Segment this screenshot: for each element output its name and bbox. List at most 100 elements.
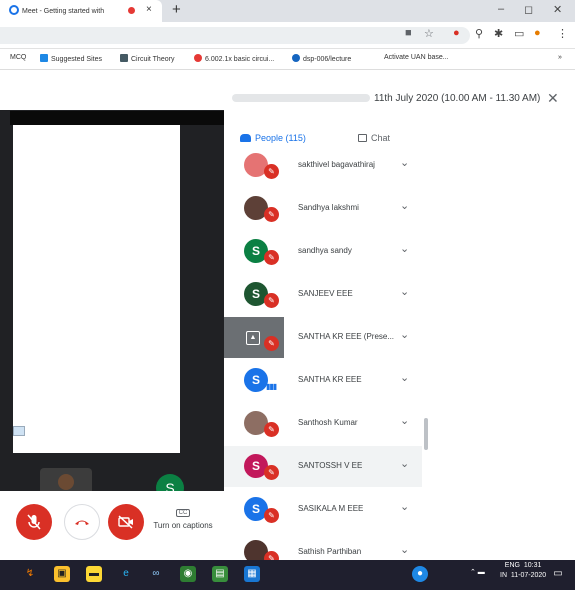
muted-mic-icon: ✎ <box>264 465 279 480</box>
chevron-down-icon[interactable]: ⌄ <box>400 414 409 427</box>
star-icon[interactable]: ☆ <box>424 27 434 40</box>
chevron-down-icon[interactable]: ⌄ <box>400 500 409 513</box>
participant-name: SANJEEV EEE <box>298 289 353 298</box>
captions-button[interactable]: CC Turn on captions <box>146 507 220 541</box>
participant-row[interactable]: S ▮▮▮ SANTHA KR EEE ⌄ <box>224 360 422 401</box>
recording-icon <box>128 7 135 14</box>
participant-row[interactable]: ✎ Sandhya lakshmi ⌄ <box>224 188 422 229</box>
tray-icons[interactable]: ⌃ ▬ <box>470 568 485 576</box>
bookmark-activate-uan[interactable]: Activate UAN base... <box>384 54 449 61</box>
puzzle-icon[interactable]: ✱ <box>494 27 503 40</box>
window-close-button[interactable]: ✕ <box>553 3 562 16</box>
chevron-down-icon[interactable]: ⌄ <box>400 242 409 255</box>
participant-row[interactable]: S ✎ sandhya sandy ⌄ <box>224 231 422 272</box>
muted-mic-icon: ✎ <box>264 250 279 265</box>
captions-icon: CC <box>175 509 191 517</box>
hangup-button[interactable] <box>64 504 100 540</box>
edx-icon <box>194 54 202 62</box>
muted-mic-icon: ✎ <box>264 422 279 437</box>
participant-name: Sandhya lakshmi <box>298 203 359 212</box>
tab-chat[interactable]: Chat <box>358 133 390 143</box>
tab-people[interactable]: People (115) <box>240 133 306 143</box>
presentation-slide <box>13 125 180 453</box>
meeting-title-redacted <box>232 94 370 102</box>
restore-button[interactable]: ◻ <box>524 3 533 16</box>
chevron-down-icon[interactable]: ⌄ <box>400 328 409 341</box>
participant-avatar <box>58 474 74 490</box>
user-tray-icon[interactable]: ● <box>412 566 428 582</box>
profile-avatar[interactable]: ● <box>534 27 541 39</box>
minimize-button[interactable]: – <box>498 3 504 15</box>
participant-row[interactable]: S ✎ SANTOSSH V EE ⌄ <box>224 446 422 487</box>
chevron-down-icon[interactable]: ⌄ <box>400 285 409 298</box>
dsp-icon <box>292 54 300 62</box>
notifications-icon[interactable]: ▭ <box>550 566 566 582</box>
panel-close-button[interactable]: ✕ <box>547 90 559 107</box>
meet-favicon-icon <box>9 5 19 15</box>
file-explorer-icon[interactable]: ▬ <box>86 566 102 582</box>
participant-row[interactable]: S ✎ SASIKALA M EEE ⌄ <box>224 489 422 530</box>
camera-toggle-button[interactable] <box>108 504 144 540</box>
participant-name: SANTHA KR EEE (Prese... <box>298 332 394 341</box>
participant-name: sandhya sandy <box>298 246 352 255</box>
clock[interactable]: ENG 10:31 IN 11-07-2020 <box>500 561 546 581</box>
chat-icon <box>358 134 367 142</box>
circuit-theory-icon <box>120 54 128 62</box>
bookmark-suggested-sites[interactable]: Suggested Sites <box>40 54 102 63</box>
people-icon <box>240 134 251 142</box>
chevron-down-icon[interactable]: ⌄ <box>400 156 409 169</box>
menu-icon[interactable]: ⋮ <box>557 27 568 40</box>
tab-close-icon[interactable]: × <box>146 4 152 15</box>
language-indicator: ENG <box>504 562 520 569</box>
people-list-scrollbar[interactable] <box>424 418 428 450</box>
chevron-down-icon[interactable]: ⌄ <box>400 199 409 212</box>
participant-name: Sathish Parthiban <box>298 547 362 556</box>
muted-mic-icon: ✎ <box>264 336 279 351</box>
muted-mic-icon: ✎ <box>264 293 279 308</box>
bookmark-6002[interactable]: 6.002.1x basic circui... <box>194 54 274 63</box>
bookmarks-overflow-icon[interactable]: » <box>558 54 562 61</box>
present-screen-icon: ▲ <box>246 331 260 345</box>
captions-label: Turn on captions <box>153 521 213 530</box>
hangup-icon <box>75 520 89 525</box>
meeting-time: 11th July 2020 (10.00 AM - 11.30 AM) <box>374 93 541 104</box>
mic-toggle-button[interactable] <box>16 504 52 540</box>
chevron-down-icon[interactable]: ⌄ <box>400 543 409 556</box>
store-icon[interactable]: ▣ <box>54 566 70 582</box>
camera-off-icon <box>118 515 133 529</box>
muted-mic-icon: ✎ <box>264 207 279 222</box>
media-icon[interactable]: ▭ <box>514 27 524 40</box>
bookmark-mcq[interactable]: MCQ <box>10 54 26 61</box>
participant-row[interactable]: ✎ Santhosh Kumar ⌄ <box>224 403 422 444</box>
participant-name: SASIKALA M EEE <box>298 504 364 513</box>
participant-avatar: S <box>244 368 268 392</box>
address-bar[interactable] <box>0 27 470 44</box>
chevron-down-icon[interactable]: ⌄ <box>400 371 409 384</box>
chrome-icon[interactable]: ◉ <box>180 566 196 582</box>
participant-row[interactable]: ✎ sakthivel bagavathiraj ⌄ <box>224 145 422 186</box>
speaking-indicator-icon: ▮▮▮ <box>266 382 277 391</box>
word-app-icon[interactable]: ▦ <box>244 566 260 582</box>
bookmark-circuit-theory[interactable]: Circuit Theory <box>120 54 174 63</box>
participant-name: SANTHA KR EEE <box>298 375 362 384</box>
start-app-icon[interactable]: ↯ <box>22 566 38 582</box>
chevron-down-icon[interactable]: ⌄ <box>400 457 409 470</box>
tab-title: Meet - Getting started with <box>22 7 105 15</box>
slide-badge-icon <box>13 426 25 436</box>
bookmarks-bar: MCQ Suggested Sites Circuit Theory 6.002… <box>0 49 575 70</box>
participant-row[interactable]: ▲ ✎ SANTHA KR EEE (Prese... ⌄ <box>224 317 422 358</box>
camera-indicator-icon[interactable]: ■ <box>405 27 412 39</box>
suggested-sites-icon <box>40 54 48 62</box>
search-icon[interactable]: ⚲ <box>475 27 483 40</box>
bookmark-dsp[interactable]: dsp-006/lecture <box>292 54 351 63</box>
participant-row[interactable]: S ✎ SANJEEV EEE ⌄ <box>224 274 422 315</box>
edge-icon[interactable]: e <box>118 566 134 582</box>
sheet-app-icon[interactable]: ▤ <box>212 566 228 582</box>
muted-mic-icon: ✎ <box>264 164 279 179</box>
browser-tab[interactable]: Meet - Getting started with × <box>0 0 162 22</box>
extension-icon[interactable]: ● <box>453 27 460 39</box>
mic-off-icon <box>27 514 41 530</box>
new-tab-button[interactable]: + <box>172 1 181 18</box>
participant-name: sakthivel bagavathiraj <box>298 160 375 169</box>
infinity-app-icon[interactable]: ∞ <box>148 566 164 582</box>
